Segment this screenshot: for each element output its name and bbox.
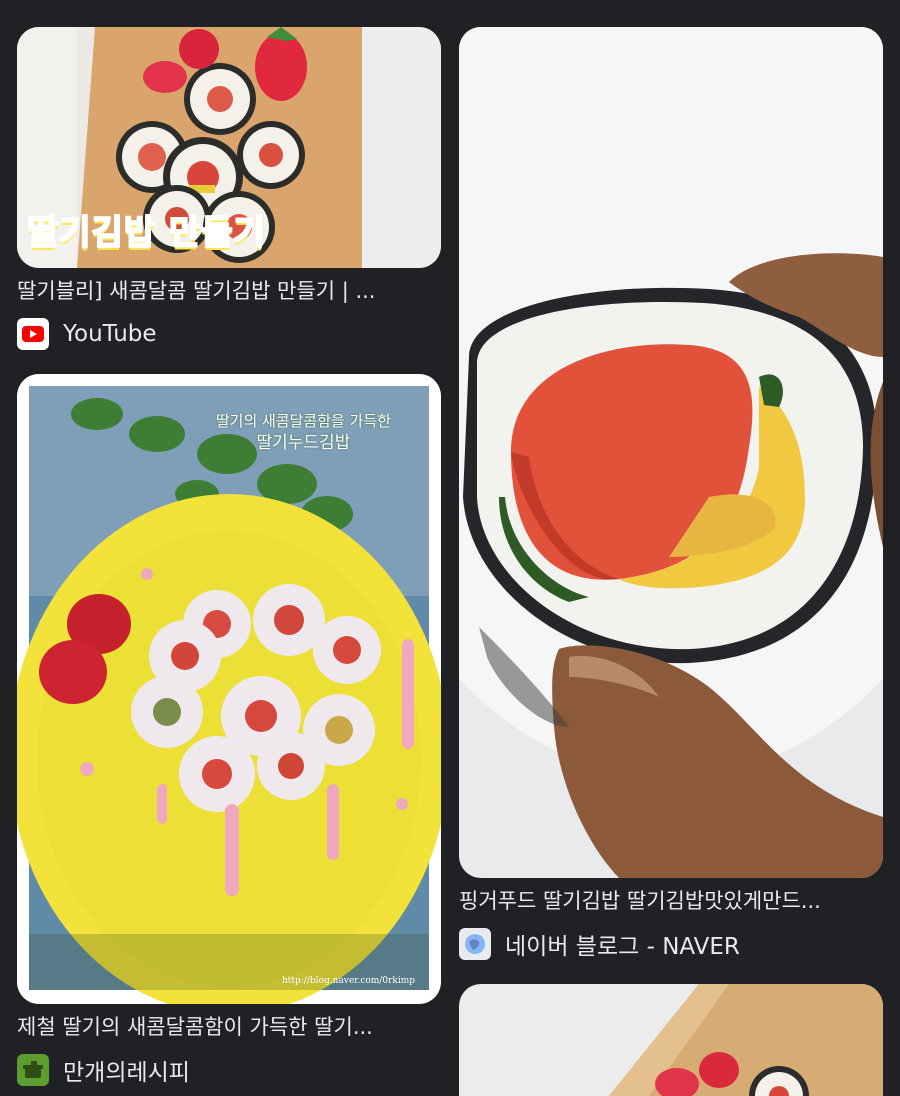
result-card[interactable]: 핑거푸드 딸기김밥 딸기김밥맛있게만드... 네이버 블로그 - NAVER [459, 27, 883, 960]
result-thumbnail[interactable] [459, 27, 883, 878]
image-results-grid: 딸기김밥 만들기 딸기블리] 새콤달콤 딸기김밥 만들기 | ... YouTu… [0, 0, 900, 1096]
overlay-line-2: 딸기누드김밥 [256, 433, 351, 453]
result-caption[interactable]: 제철 딸기의 새콤달콤함이 가득한 딸기... [17, 1012, 441, 1042]
recipe-pot-icon [17, 1054, 49, 1086]
result-card[interactable]: 딸기의 새콤달콤함을 가득한 딸기누드김밥 http://blog.naver.… [17, 374, 441, 1086]
strawberry-kimbap-board-image [459, 984, 883, 1096]
strawberry-nude-kimbap-image [17, 374, 441, 1004]
image-watermark: http://blog.naver.com/0rkimp [282, 976, 415, 986]
result-card[interactable] [459, 984, 883, 1096]
result-thumbnail[interactable]: 딸기의 새콤달콤함을 가득한 딸기누드김밥 http://blog.naver.… [17, 374, 441, 1004]
youtube-icon [17, 318, 49, 350]
source-name: YouTube [63, 321, 157, 347]
hand-holding-kimbap-image [459, 27, 883, 878]
source-name: 네이버 블로그 - NAVER [505, 934, 740, 960]
overlay-line-1: 딸기의 새콤달콤함을 가득한 [215, 412, 391, 430]
result-source[interactable]: 만개의레시피 [17, 1054, 441, 1086]
result-caption[interactable]: 핑거푸드 딸기김밥 딸기김밥맛있게만드... [459, 886, 883, 916]
result-source[interactable]: 네이버 블로그 - NAVER [459, 928, 883, 960]
result-source[interactable]: YouTube [17, 318, 441, 350]
thumbnail-overlay-title: 딸기김밥 만들기 [26, 212, 266, 254]
result-thumbnail[interactable]: 딸기김밥 만들기 [17, 27, 441, 268]
source-name: 만개의레시피 [63, 1060, 190, 1086]
thumbnail-overlay-text: 딸기의 새콤달콤함을 가득한 딸기누드김밥 [216, 410, 391, 454]
naver-blog-icon [459, 928, 491, 960]
result-thumbnail[interactable] [459, 984, 883, 1096]
result-card[interactable]: 딸기김밥 만들기 딸기블리] 새콤달콤 딸기김밥 만들기 | ... YouTu… [17, 27, 441, 350]
result-caption[interactable]: 딸기블리] 새콤달콤 딸기김밥 만들기 | ... [17, 276, 441, 306]
